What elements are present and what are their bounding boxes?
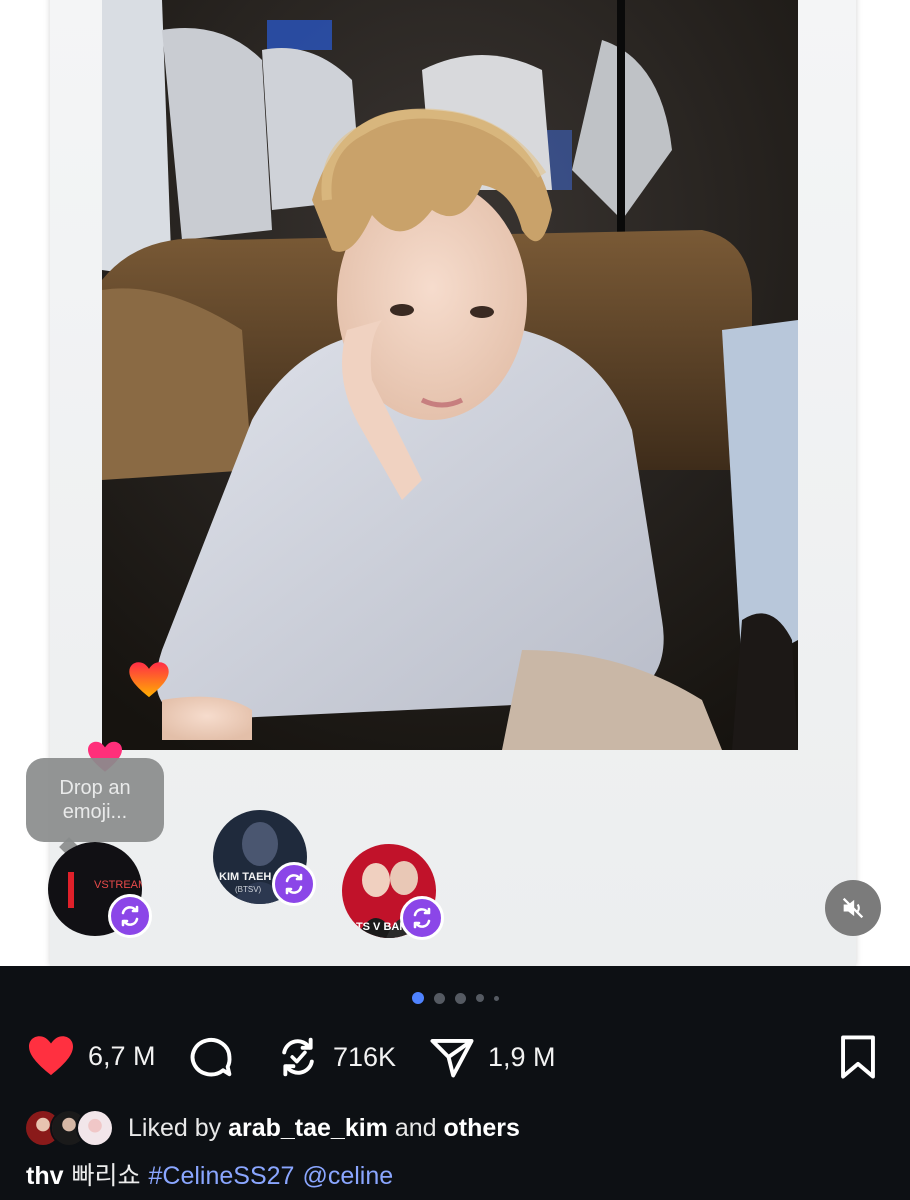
like-count: 6,7 M [88,1040,156,1071]
repost-badge-icon [108,894,152,938]
comment-button[interactable] [186,1034,236,1080]
caption-username[interactable]: thv [26,1162,64,1190]
like-button[interactable]: 6,7 M [26,1034,156,1078]
carousel-dot[interactable] [475,994,484,1002]
avatar-vstream-text: VSTREAM [94,879,142,891]
liked-by-others[interactable]: others [444,1114,520,1143]
bookmark-button[interactable] [838,1034,878,1080]
comment-icon [190,1038,232,1077]
share-count: 1,9 M [488,1041,556,1072]
floating-heart-icon [128,660,170,700]
caption-text: 빠리쇼 [71,1162,141,1190]
post-footer: 6,7 M 716K 1,9 M Liked by arab_tae_kim a… [0,966,910,1200]
tooltip-line-1: Drop an [59,777,131,799]
mute-button[interactable] [825,880,881,936]
liker-avatar [76,1109,114,1147]
heart-icon [29,1036,73,1076]
tooltip-line-2: emoji... [62,801,128,823]
repost-icon [282,1037,314,1077]
carousel-dot[interactable] [454,992,466,1004]
avatar-kim-text: KIM TAEH [219,871,271,883]
carousel-dot-active[interactable] [411,992,424,1004]
share-button[interactable]: 1,9 M [428,1034,556,1080]
liked-by-joiner: and [394,1113,437,1142]
liked-by-user[interactable]: arab_tae_kim [228,1114,388,1143]
carousel-dot[interactable] [493,995,499,1001]
repost-badge-icon [272,862,316,906]
mute-icon [842,897,864,919]
carousel-dot[interactable] [433,992,445,1004]
carousel-dots[interactable] [0,992,910,1004]
avatar-kim-sub: (BTSV) [235,885,262,894]
liked-by-row[interactable]: Liked by arab_tae_kim and others [24,1109,520,1147]
repost-count: 716K [333,1041,397,1072]
post-media[interactable]: Drop an emoji... VSTREAM KIM TAEH (BTSV) [0,0,910,966]
liked-by-prefix: Liked by [128,1113,222,1142]
emoji-tooltip[interactable]: Drop an emoji... [26,758,164,842]
repost-badge-icon [400,896,444,940]
action-row: 6,7 M 716K 1,9 M [0,1034,910,1080]
caption-mention[interactable]: @celine [302,1162,393,1190]
post-photo[interactable] [102,0,798,750]
caption-hashtag[interactable]: #CelineSS27 [149,1162,295,1190]
repost-button[interactable]: 716K [275,1034,396,1080]
post-caption: thv 빠리쇼 #CelineSS27 @celine [26,1156,393,1192]
bookmark-icon [841,1035,875,1079]
share-icon [430,1038,474,1078]
